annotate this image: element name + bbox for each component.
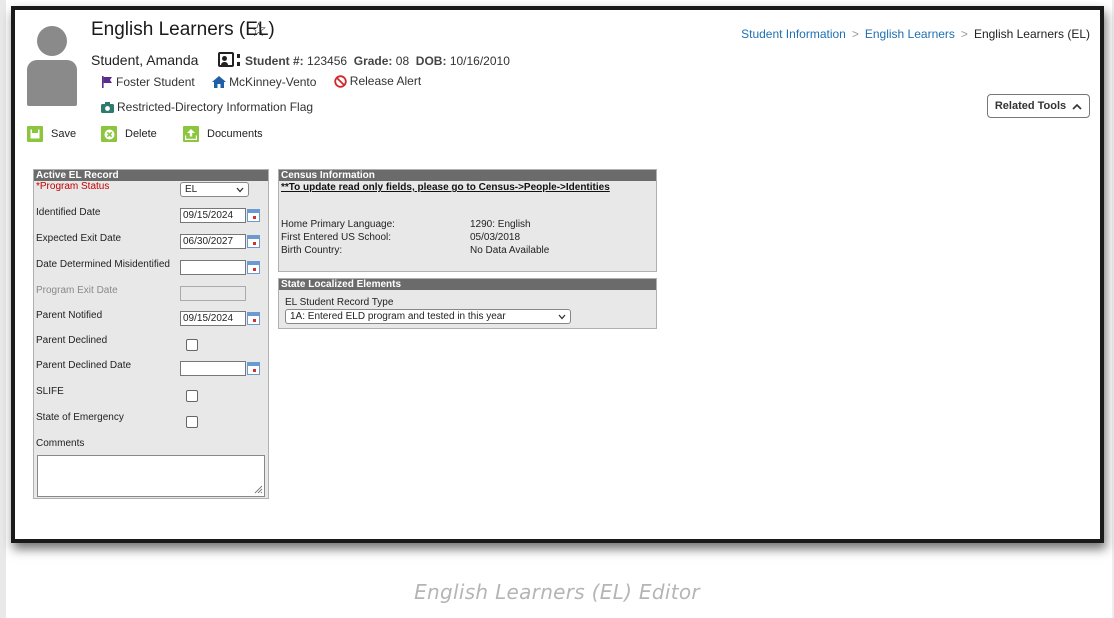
restricted-flag[interactable]: Restricted-Directory Information Flag	[101, 100, 313, 114]
parent-declined-checkbox[interactable]	[186, 339, 198, 351]
parent-declined-date-input[interactable]	[180, 361, 246, 376]
student-num-label: Student #:	[245, 54, 304, 68]
parent-notified-input[interactable]: 09/15/2024	[180, 311, 246, 326]
calendar-icon[interactable]	[247, 362, 260, 375]
state-localized-elements-panel: State Localized Elements EL Student Reco…	[278, 278, 657, 329]
slife-label: SLIFE	[36, 386, 64, 397]
flag-mckinney-label: McKinney-Vento	[229, 74, 317, 89]
record-type-select[interactable]: 1A: Entered ELD program and tested in th…	[285, 309, 571, 324]
census-information-header: Census Information	[279, 170, 656, 181]
program-exit-date-input	[180, 286, 246, 301]
expected-exit-date-input[interactable]: 06/30/2027	[180, 234, 246, 249]
screenshot-frame: English Learners (EL) ☆ Student, Amanda …	[11, 6, 1104, 543]
student-name: Student, Amanda	[91, 52, 199, 68]
star-icon[interactable]: ☆	[250, 19, 267, 42]
calendar-icon[interactable]	[247, 261, 260, 274]
home-language-label: Home Primary Language:	[281, 219, 395, 230]
parent-declined-date-label: Parent Declined Date	[36, 360, 132, 371]
state-emergency-label: State of Emergency	[36, 412, 124, 423]
state-localized-elements-header: State Localized Elements	[279, 279, 656, 290]
grade: 08	[395, 54, 410, 68]
identified-date-input[interactable]: 09/15/2024	[180, 208, 246, 223]
slife-checkbox[interactable]	[186, 390, 198, 402]
census-information-panel: Census Information **To update read only…	[278, 169, 657, 272]
student-meta: Student #: 123456 Grade: 08 DOB: 10/16/2…	[245, 54, 510, 68]
dob: 10/16/2010	[449, 54, 510, 68]
related-tools-label: Related Tools	[994, 100, 1067, 112]
upload-icon	[183, 126, 199, 142]
program-status-label: *Program Status	[36, 181, 110, 192]
save-label: Save	[51, 128, 77, 140]
calendar-icon[interactable]	[247, 235, 260, 248]
avatar	[27, 24, 77, 110]
documents-label: Documents	[207, 128, 263, 140]
resize-grip-icon[interactable]	[254, 485, 263, 494]
parent-declined-label: Parent Declined	[36, 335, 108, 346]
state-emergency-checkbox[interactable]	[186, 416, 198, 428]
page-left-edge	[0, 0, 6, 618]
active-el-record-header: Active EL Record	[34, 170, 268, 181]
date-misidentified-label: Date Determined Misidentified	[36, 259, 170, 270]
page-title: English Learners (EL)	[91, 19, 275, 40]
camera-icon	[101, 101, 114, 113]
grade-label: Grade:	[353, 54, 393, 68]
chevron-right-icon: >	[960, 27, 968, 41]
figure-caption: English Learners (EL) Editor	[414, 580, 700, 604]
documents-button[interactable]: Documents	[183, 126, 263, 142]
student-num: 123456	[307, 54, 348, 68]
parent-notified-label: Parent Notified	[36, 310, 103, 321]
census-note: **To update read only fields, please go …	[281, 182, 610, 193]
first-entered-value: 05/03/2018	[470, 232, 521, 243]
flag-foster[interactable]: Foster Student	[101, 75, 195, 89]
save-button[interactable]: Save	[27, 126, 76, 142]
delete-button[interactable]: Delete	[101, 126, 157, 142]
delete-label: Delete	[125, 128, 157, 140]
first-entered-label: First Entered US School:	[281, 232, 392, 243]
active-el-record-panel: Active EL Record *Program Status EL Iden…	[33, 169, 269, 499]
related-tools-button[interactable]: Related Tools	[987, 94, 1090, 118]
flag-mckinney[interactable]: McKinney-Vento	[212, 75, 316, 89]
identified-date-label: Identified Date	[36, 207, 101, 218]
record-type-label: EL Student Record Type	[285, 297, 394, 308]
program-status-select[interactable]: EL	[180, 182, 249, 197]
record-type-value: 1A: Entered ELD program and tested in th…	[290, 311, 506, 322]
birth-country-value: No Data Available	[470, 245, 550, 256]
flag-release[interactable]: Release Alert	[334, 74, 421, 88]
restricted-label: Restricted-Directory Information Flag	[117, 100, 314, 114]
comments-label: Comments	[36, 438, 85, 449]
comments-textarea[interactable]	[37, 455, 265, 497]
chevron-down-icon	[558, 314, 566, 319]
flag-foster-label: Foster Student	[116, 74, 195, 89]
expected-exit-date-label: Expected Exit Date	[36, 233, 122, 244]
breadcrumb: Student Information > English Learners > Eng…	[741, 27, 1090, 41]
date-misidentified-input[interactable]	[180, 260, 246, 275]
birth-country-label: Birth Country:	[281, 245, 343, 256]
breadcrumb-current: English Learners (EL)	[973, 27, 1090, 41]
calendar-icon[interactable]	[247, 209, 260, 222]
save-icon	[27, 126, 43, 142]
chevron-down-icon	[236, 187, 244, 192]
id-card-icon[interactable]	[218, 52, 234, 67]
delete-icon	[101, 126, 117, 142]
program-exit-date-label: Program Exit Date	[36, 285, 118, 296]
calendar-icon[interactable]	[247, 312, 260, 325]
prohibited-icon	[334, 74, 347, 88]
program-status-value: EL	[185, 184, 198, 195]
breadcrumb-student-information[interactable]: Student Information	[741, 27, 846, 41]
id-card-dots	[237, 54, 240, 66]
flag-icon	[102, 75, 112, 88]
breadcrumb-english-learners[interactable]: English Learners	[865, 27, 955, 41]
home-icon	[212, 75, 227, 88]
flag-release-label: Release Alert	[349, 74, 422, 88]
chevron-up-icon	[1072, 103, 1082, 110]
student-flags: Foster Student McKinney-Vento Release Al…	[101, 74, 435, 91]
home-language-value: 1290: English	[470, 219, 531, 230]
chevron-right-icon: >	[851, 27, 859, 41]
dob-label: DOB:	[415, 54, 447, 68]
